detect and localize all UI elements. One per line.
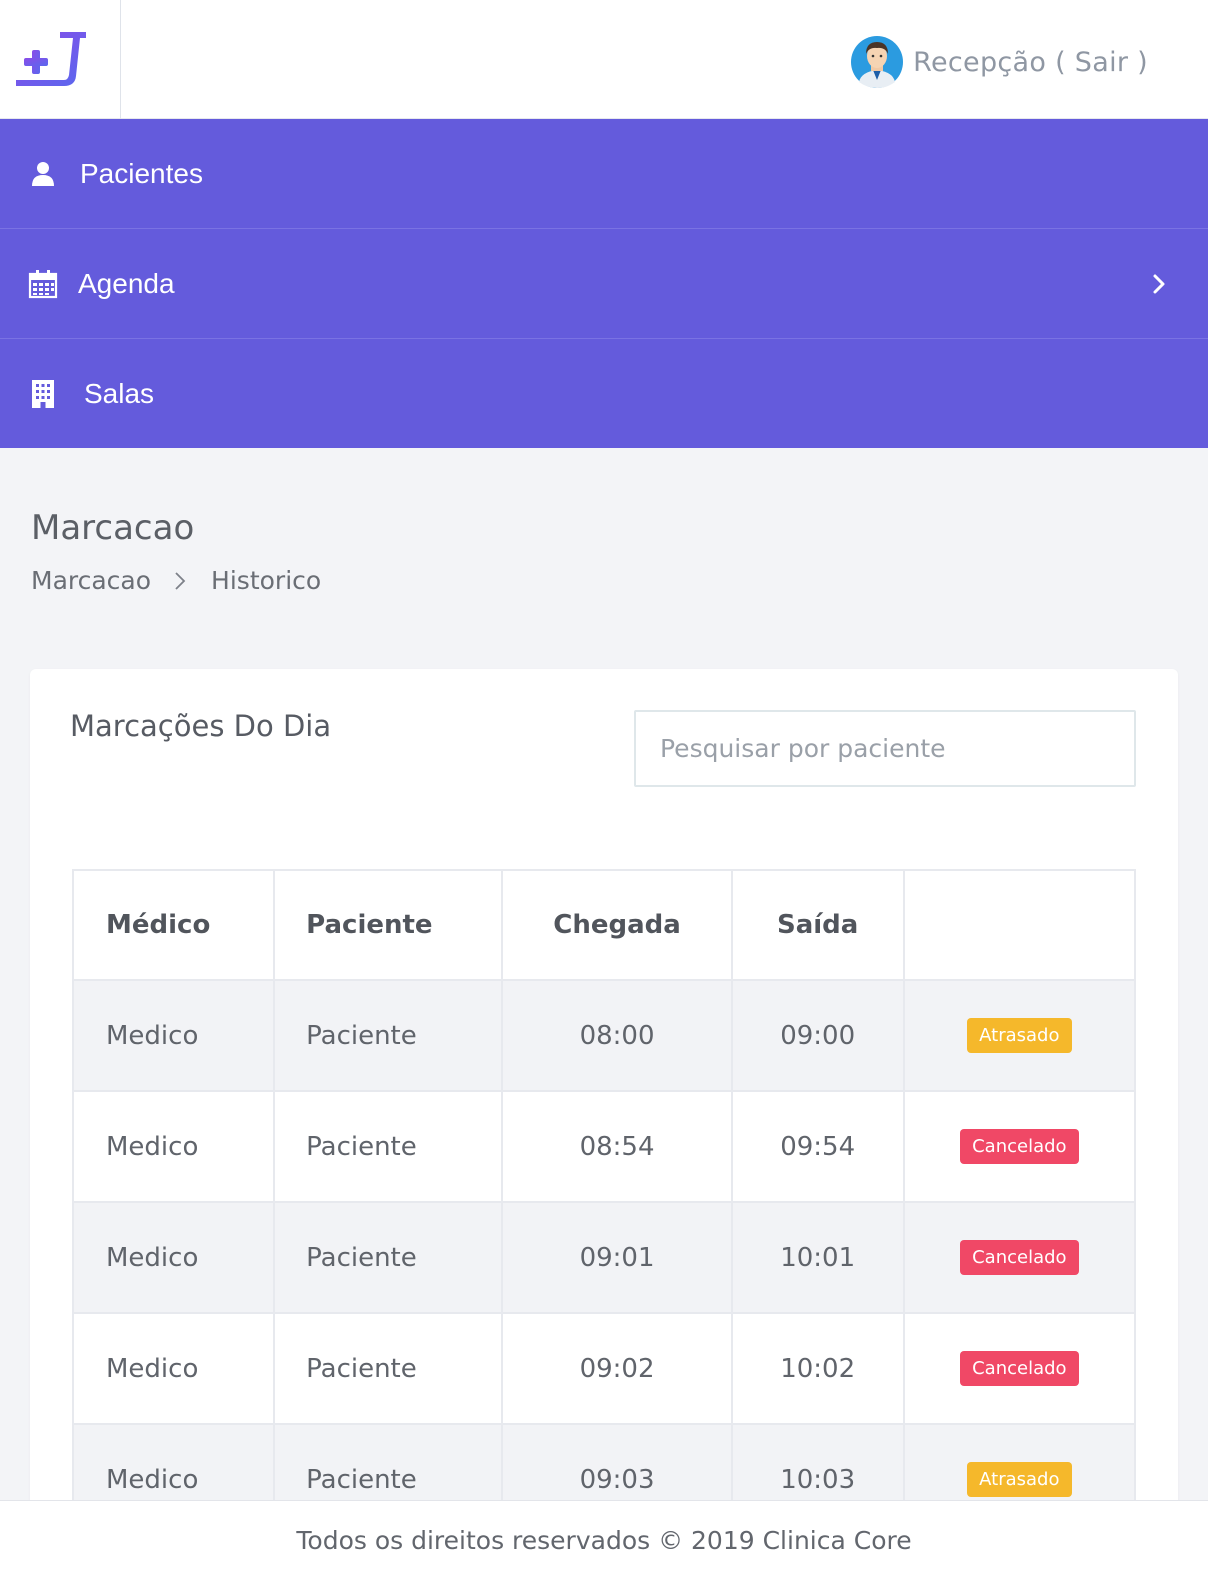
patient-search-input[interactable] bbox=[634, 710, 1136, 787]
cell-status: Cancelado bbox=[902, 1312, 1137, 1425]
cell-chegada: 08:54 bbox=[501, 1090, 733, 1203]
chevron-right-icon bbox=[175, 571, 186, 590]
table-row[interactable]: Medico Paciente 08:54 09:54 Cancelado bbox=[71, 1090, 1137, 1203]
cell-saida: 09:00 bbox=[730, 979, 905, 1092]
chevron-right-icon bbox=[1153, 274, 1165, 293]
cell-status: Cancelado bbox=[902, 1090, 1137, 1203]
user-icon bbox=[32, 161, 54, 186]
column-header-medico: Médico bbox=[71, 869, 276, 981]
status-badge: Atrasado bbox=[967, 1462, 1072, 1497]
user-logout-label[interactable]: Recepção ( Sair ) bbox=[913, 47, 1148, 78]
cell-medico: Medico bbox=[71, 1201, 276, 1314]
column-header-saida: Saída bbox=[730, 869, 905, 981]
cell-status: Atrasado bbox=[902, 979, 1137, 1092]
cell-saida: 10:01 bbox=[730, 1201, 905, 1314]
cell-chegada: 09:02 bbox=[501, 1312, 733, 1425]
appointments-table: Médico Paciente Chegada Saída Medico Pac… bbox=[71, 869, 1137, 1536]
cell-paciente: Paciente bbox=[273, 1090, 504, 1203]
footer-copyright: Todos os direitos reservados © 2019 Clin… bbox=[296, 1526, 912, 1555]
breadcrumb: Marcacao Historico bbox=[31, 566, 321, 595]
nav-item-pacientes[interactable]: Pacientes bbox=[0, 119, 1208, 229]
user-menu[interactable]: Recepção ( Sair ) bbox=[851, 34, 1148, 90]
cell-paciente: Paciente bbox=[273, 979, 504, 1092]
table-row[interactable]: Medico Paciente 09:02 10:02 Cancelado bbox=[71, 1312, 1137, 1425]
cell-status: Cancelado bbox=[902, 1201, 1137, 1314]
table-row[interactable]: Medico Paciente 08:00 09:00 Atrasado bbox=[71, 979, 1137, 1092]
nav-item-agenda[interactable]: Agenda bbox=[0, 229, 1208, 339]
page-title: Marcacao bbox=[31, 508, 195, 548]
column-header-status bbox=[902, 869, 1137, 981]
cell-paciente: Paciente bbox=[273, 1312, 504, 1425]
logo-container[interactable] bbox=[0, 0, 121, 119]
card-title: Marcações Do Dia bbox=[70, 709, 332, 743]
cell-chegada: 09:01 bbox=[501, 1201, 733, 1314]
calendar-icon bbox=[28, 269, 58, 298]
nav-item-salas[interactable]: Salas bbox=[0, 339, 1208, 448]
main-nav: Pacientes Agenda Salas bbox=[0, 119, 1208, 448]
doctor-avatar-icon bbox=[851, 36, 904, 88]
top-header: Recepção ( Sair ) bbox=[0, 0, 1208, 119]
status-badge: Cancelado bbox=[960, 1240, 1079, 1275]
breadcrumb-item-historico: Historico bbox=[211, 566, 322, 595]
table-row[interactable]: Medico Paciente 09:01 10:01 Cancelado bbox=[71, 1201, 1137, 1314]
column-header-chegada: Chegada bbox=[501, 869, 733, 981]
table-header-row: Médico Paciente Chegada Saída bbox=[71, 869, 1137, 981]
nav-label-salas: Salas bbox=[84, 377, 155, 409]
column-header-paciente: Paciente bbox=[273, 869, 504, 981]
nav-label-agenda: Agenda bbox=[78, 267, 175, 299]
nav-label-pacientes: Pacientes bbox=[80, 157, 203, 189]
cell-saida: 10:02 bbox=[730, 1312, 905, 1425]
cell-medico: Medico bbox=[71, 1312, 276, 1425]
cell-medico: Medico bbox=[71, 979, 276, 1092]
cell-paciente: Paciente bbox=[273, 1201, 504, 1314]
appointments-card: Marcações Do Dia Médico Paciente Chegada… bbox=[30, 669, 1178, 1569]
cell-saida: 09:54 bbox=[730, 1090, 905, 1203]
plus-j-logo-icon bbox=[16, 32, 86, 86]
status-badge: Cancelado bbox=[960, 1129, 1079, 1164]
cell-medico: Medico bbox=[71, 1090, 276, 1203]
status-badge: Atrasado bbox=[967, 1018, 1072, 1053]
building-icon bbox=[32, 379, 54, 408]
breadcrumb-item-marcacao[interactable]: Marcacao bbox=[31, 566, 151, 595]
footer: Todos os direitos reservados © 2019 Clin… bbox=[0, 1500, 1208, 1580]
cell-chegada: 08:00 bbox=[501, 979, 733, 1092]
status-badge: Cancelado bbox=[960, 1351, 1079, 1386]
